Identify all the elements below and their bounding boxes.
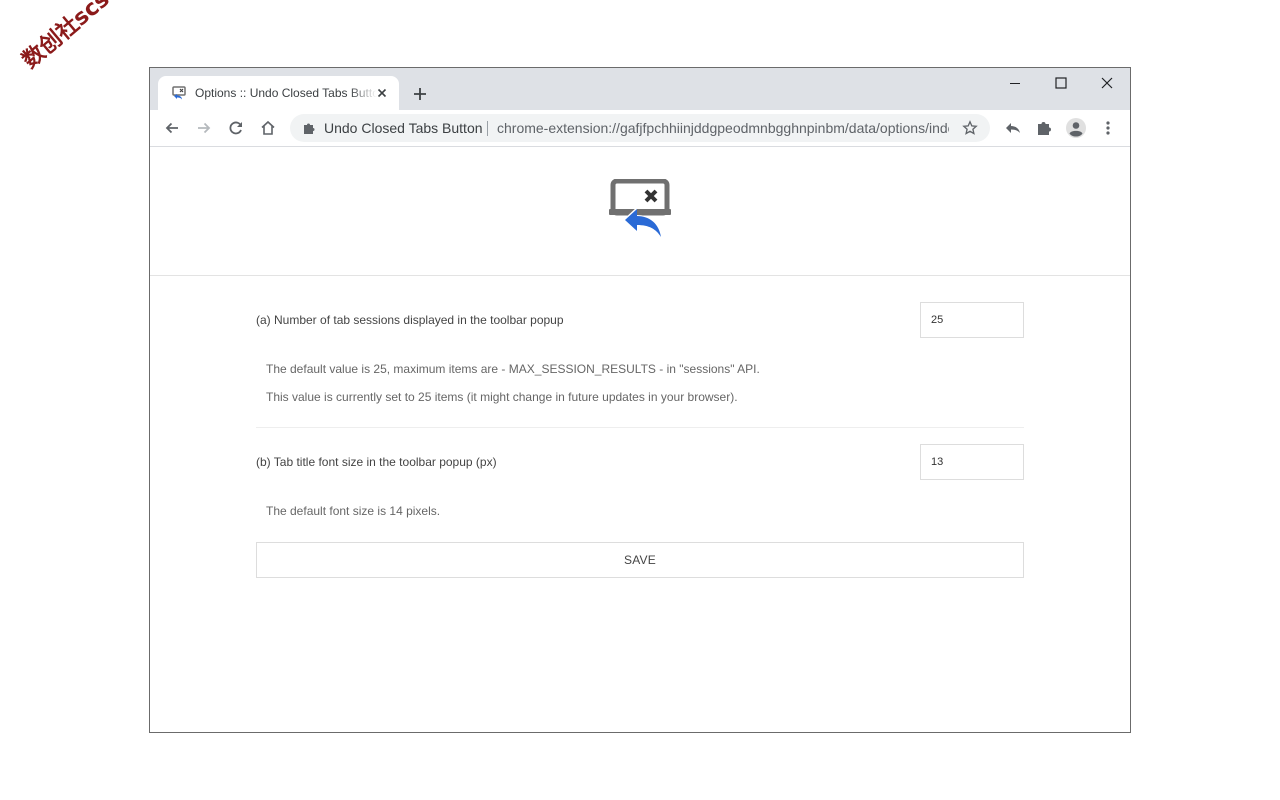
home-icon[interactable] xyxy=(256,116,280,140)
sessions-note-current: This value is currently set to 25 items … xyxy=(266,390,738,404)
sessions-count-input[interactable] xyxy=(920,302,1024,338)
undo-closed-tabs-favicon-icon xyxy=(171,85,187,101)
close-window-icon[interactable] xyxy=(1084,68,1130,98)
profile-avatar-icon[interactable] xyxy=(1064,116,1088,140)
reload-icon[interactable] xyxy=(224,116,248,140)
options-page: (a) Number of tab sessions displayed in … xyxy=(150,147,1130,732)
maximize-icon[interactable] xyxy=(1038,68,1084,98)
undo-closed-tabs-logo-icon xyxy=(609,178,673,248)
tab-title: Options :: Undo Closed Tabs Button xyxy=(195,86,377,100)
address-bar[interactable]: Undo Closed Tabs Button chrome-extension… xyxy=(290,114,990,142)
sessions-label: (a) Number of tab sessions displayed in … xyxy=(256,313,564,327)
section-divider xyxy=(256,427,1024,428)
extensions-puzzle-icon[interactable] xyxy=(1032,116,1056,140)
forward-arrow-icon[interactable] xyxy=(192,116,216,140)
omnibox-url: chrome-extension://gafjfpchhiinjddgpeodm… xyxy=(497,120,949,136)
omnibox-separator xyxy=(487,121,488,136)
tab-close-icon[interactable] xyxy=(374,85,390,101)
extension-puzzle-icon xyxy=(302,121,316,140)
browser-toolbar: Undo Closed Tabs Button chrome-extension… xyxy=(150,110,1130,147)
menu-dots-icon[interactable] xyxy=(1096,116,1120,140)
new-tab-button[interactable] xyxy=(408,82,432,106)
font-size-input[interactable] xyxy=(920,444,1024,480)
font-size-label: (b) Tab title font size in the toolbar p… xyxy=(256,455,497,469)
tab-strip: Options :: Undo Closed Tabs Button xyxy=(150,68,1130,110)
back-arrow-icon[interactable] xyxy=(160,116,184,140)
browser-window: Options :: Undo Closed Tabs Button Undo … xyxy=(149,67,1131,733)
undo-extension-icon[interactable] xyxy=(1001,116,1025,140)
save-button[interactable]: SAVE xyxy=(256,542,1024,578)
font-size-note: The default font size is 14 pixels. xyxy=(266,504,441,518)
tab-options[interactable]: Options :: Undo Closed Tabs Button xyxy=(158,76,399,110)
omnibox-site-name: Undo Closed Tabs Button xyxy=(324,120,483,136)
minimize-icon[interactable] xyxy=(992,68,1038,98)
sessions-note-default: The default value is 25, maximum items a… xyxy=(266,362,760,376)
header-banner xyxy=(150,147,1130,276)
watermark: 数创社scs66 xyxy=(17,0,139,74)
bookmark-star-icon[interactable] xyxy=(962,120,978,141)
